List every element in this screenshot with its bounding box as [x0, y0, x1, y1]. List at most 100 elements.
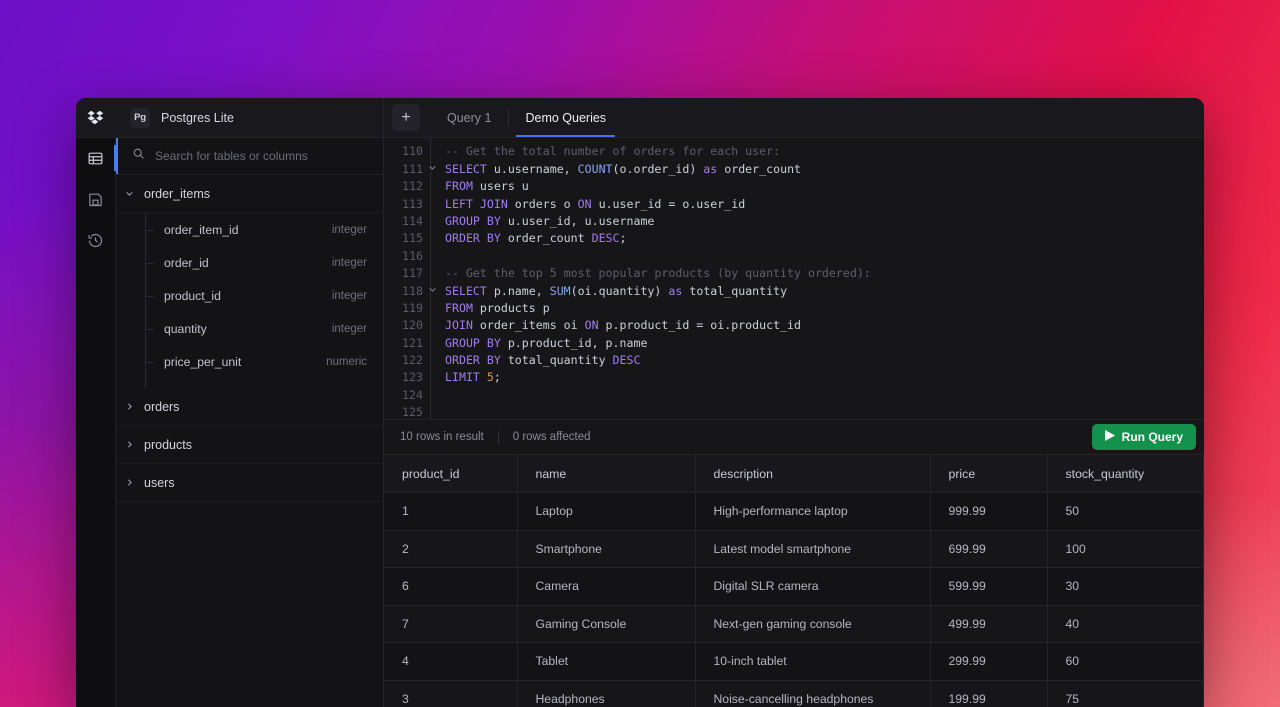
- table-cell: High-performance laptop: [695, 492, 931, 531]
- table-cell: Camera: [517, 567, 696, 606]
- column-header-description[interactable]: description: [695, 455, 931, 493]
- line-number: 125: [402, 405, 423, 419]
- tree-column-type: integer: [331, 289, 367, 302]
- table-row[interactable]: 2 Smartphone Latest model smartphone 699.99…: [384, 530, 1204, 568]
- line-number: 115: [402, 231, 423, 246]
- tree-table-users[interactable]: users: [116, 464, 383, 502]
- sidebar-item-tables[interactable]: [76, 138, 116, 178]
- table-cell: 4: [384, 642, 518, 681]
- status-bar: 10 rows in result 0 rows affected Run Qu…: [384, 419, 1204, 455]
- table-cell: 40: [1047, 605, 1204, 643]
- code-line: 116: [384, 247, 1204, 266]
- results-table: product_id name description price stock_quan…: [384, 455, 1204, 707]
- run-query-label: Run Query: [1121, 430, 1183, 444]
- table-cell: 30: [1047, 567, 1204, 606]
- table-cell: 75: [1047, 680, 1204, 707]
- line-number: 116: [402, 248, 423, 263]
- run-query-button[interactable]: Run Query: [1091, 424, 1196, 450]
- new-query-tab-button[interactable]: +: [392, 104, 420, 131]
- code-text: [430, 404, 1204, 419]
- code-text: ORDER BY order_count DESC;: [430, 230, 1204, 248]
- code-line: 112 FROM users u: [384, 178, 1204, 196]
- search-icon: [132, 147, 145, 165]
- rows-affected-label: 0 rows affected: [512, 431, 591, 443]
- code-line: 124: [384, 386, 1204, 405]
- line-number: 123: [402, 370, 423, 385]
- table-cell: Gaming Console: [517, 605, 696, 643]
- tree-indent-guide: [116, 378, 383, 388]
- code-line: 123 LIMIT 5;: [384, 369, 1204, 387]
- code-text: JOIN order_items oi ON p.product_id = oi…: [430, 317, 1204, 335]
- code-text: LEFT JOIN orders o ON u.user_id = o.user…: [430, 195, 1204, 213]
- tree-column-product_id[interactable]: product_id integer: [116, 279, 383, 312]
- code-line: 114 GROUP BY u.user_id, u.username: [384, 212, 1204, 231]
- results-panel[interactable]: product_id name description price stock_quan…: [384, 455, 1204, 707]
- tree-column-quantity[interactable]: quantity integer: [116, 312, 383, 345]
- table-cell: Laptop: [517, 492, 696, 531]
- app-logo-icon[interactable]: [76, 98, 116, 138]
- tree-column-price_per_unit[interactable]: price_per_unit numeric: [116, 345, 383, 378]
- table-row[interactable]: 3 Headphones Noise-cancelling headphones 19…: [384, 680, 1204, 707]
- code-text: SELECT p.name, SUM(oi.quantity) as total…: [430, 282, 1204, 300]
- table-cell: Digital SLR camera: [695, 567, 931, 606]
- code-line: 121 GROUP BY p.product_id, p.name: [384, 334, 1204, 353]
- table-cell: 7: [384, 605, 518, 643]
- table-cell: Noise-cancelling headphones: [695, 680, 931, 707]
- code-text: GROUP BY u.user_id, u.username: [430, 212, 1204, 231]
- tree-table-order_items[interactable]: order_items: [116, 175, 383, 213]
- status-divider: [497, 430, 499, 444]
- column-header-name[interactable]: name: [517, 455, 696, 493]
- table-cell: 50: [1047, 492, 1204, 531]
- history-icon: [87, 232, 104, 249]
- table-cell: 199.99: [930, 680, 1048, 707]
- table-cell: Headphones: [517, 680, 696, 707]
- code-text: [430, 247, 1204, 266]
- table-cell: 10-inch tablet: [695, 642, 931, 681]
- results-body: 1 Laptop High-performance laptop 999.99 50 2 S…: [384, 492, 1204, 707]
- column-header-price[interactable]: price: [930, 455, 1048, 493]
- chevron-right-icon: [124, 439, 135, 450]
- code-line: 110 -- Get the total number of orders for…: [384, 143, 1204, 161]
- code-line: 111 SELECT u.username, COUNT(o.order_id) …: [384, 160, 1204, 179]
- tab-demo-queries[interactable]: Demo Queries: [508, 98, 623, 137]
- tree-column-name: quantity: [164, 321, 207, 336]
- code-line: 119 FROM products p: [384, 299, 1204, 318]
- tree-column-name: price_per_unit: [164, 354, 242, 369]
- chevron-right-icon: [124, 477, 135, 488]
- search-row[interactable]: [116, 138, 383, 175]
- line-number: 121: [402, 335, 423, 350]
- tab-bar: + Query 1 Demo Queries: [384, 98, 1204, 138]
- table-row[interactable]: 1 Laptop High-performance laptop 999.99 50: [384, 492, 1204, 531]
- tree-table-products[interactable]: products: [116, 426, 383, 464]
- table-row[interactable]: 6 Camera Digital SLR camera 599.99 30: [384, 567, 1204, 606]
- tree-column-name: order_item_id: [164, 222, 239, 237]
- database-header: Pg Postgres Lite: [116, 98, 383, 138]
- table-cell: 100: [1047, 530, 1204, 568]
- table-cell: Latest model smartphone: [695, 530, 931, 568]
- code-text: LIMIT 5;: [430, 369, 1204, 387]
- sidebar-item-history[interactable]: [76, 220, 116, 260]
- sidebar-item-saved[interactable]: [76, 179, 116, 219]
- line-number: 120: [402, 318, 423, 333]
- table-row[interactable]: 4 Tablet 10-inch tablet 299.99 60: [384, 642, 1204, 681]
- line-number: 124: [402, 387, 423, 402]
- code-line: 120 JOIN order_items oi ON p.product_id =…: [384, 317, 1204, 335]
- code-line: 118 SELECT p.name, SUM(oi.quantity) as to…: [384, 282, 1204, 300]
- code-text: FROM products p: [430, 299, 1204, 318]
- tree-column-order_id[interactable]: order_id integer: [116, 246, 383, 279]
- tab-query-1[interactable]: Query 1: [430, 98, 508, 137]
- column-header-stock_quantity[interactable]: stock_quantity: [1047, 455, 1204, 493]
- column-header-product_id[interactable]: product_id: [384, 455, 518, 493]
- search-input[interactable]: [155, 149, 369, 163]
- code-text: GROUP BY p.product_id, p.name: [430, 334, 1204, 353]
- tree-column-order_item_id[interactable]: order_item_id integer: [116, 213, 383, 246]
- table-cell: 699.99: [930, 530, 1048, 568]
- tree-table-orders[interactable]: orders: [116, 388, 383, 426]
- table-cell: 1: [384, 492, 518, 531]
- table-row[interactable]: 7 Gaming Console Next-gen gaming console 49…: [384, 605, 1204, 643]
- tree-table-label: order_items: [144, 186, 210, 201]
- code-text: ORDER BY total_quantity DESC: [430, 352, 1204, 370]
- tree-table-label: orders: [144, 399, 180, 414]
- sql-editor[interactable]: 109110-- Get the total number of orders …: [384, 138, 1204, 419]
- tree-table-label: products: [144, 437, 192, 452]
